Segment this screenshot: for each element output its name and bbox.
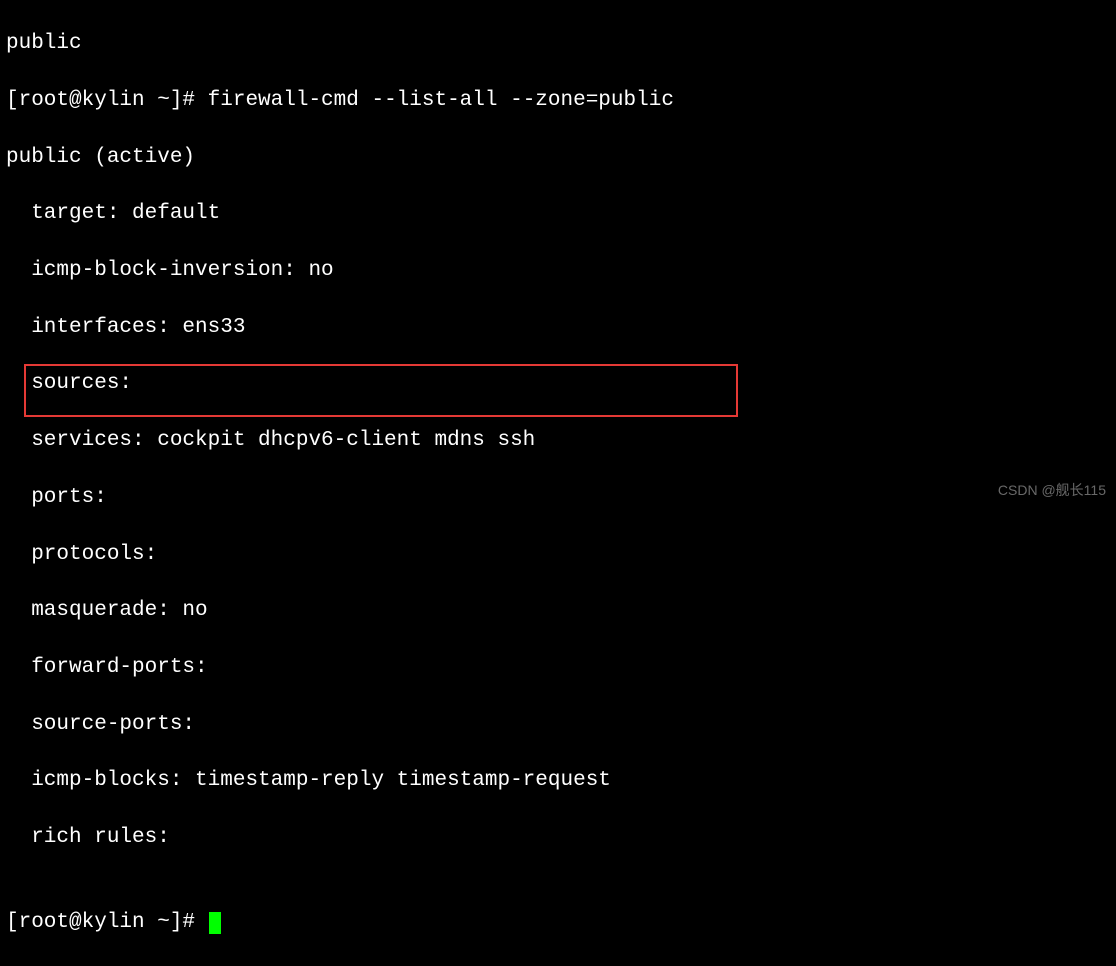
output-line: target: default [6,200,1110,228]
prompt-line: [root@kylin ~]# firewall-cmd --list-all … [6,87,1110,115]
output-line: ports: [6,484,1110,512]
output-line: public [6,30,1110,58]
output-line-icmp-blocks: icmp-blocks: timestamp-reply timestamp-r… [6,767,1110,795]
command-text: firewall-cmd --list-all --zone=public [208,89,674,112]
output-line: forward-ports: [6,654,1110,682]
cursor-icon [209,912,221,934]
output-line: icmp-block-inversion: no [6,257,1110,285]
output-line: masquerade: no [6,597,1110,625]
output-line: sources: [6,370,1110,398]
output-line: public (active) [6,144,1110,172]
output-line: interfaces: ens33 [6,314,1110,342]
shell-prompt: [root@kylin ~]# [6,89,208,112]
output-line: source-ports: [6,711,1110,739]
output-line-rich-rules: rich rules: [6,824,1110,852]
output-line: protocols: [6,541,1110,569]
watermark-text: CSDN @舰长115 [998,481,1106,500]
output-line: services: cockpit dhcpv6-client mdns ssh [6,427,1110,455]
prompt-line-active[interactable]: [root@kylin ~]# [6,909,1110,937]
terminal-window[interactable]: public [root@kylin ~]# firewall-cmd --li… [6,2,1110,966]
shell-prompt: [root@kylin ~]# [6,911,208,934]
